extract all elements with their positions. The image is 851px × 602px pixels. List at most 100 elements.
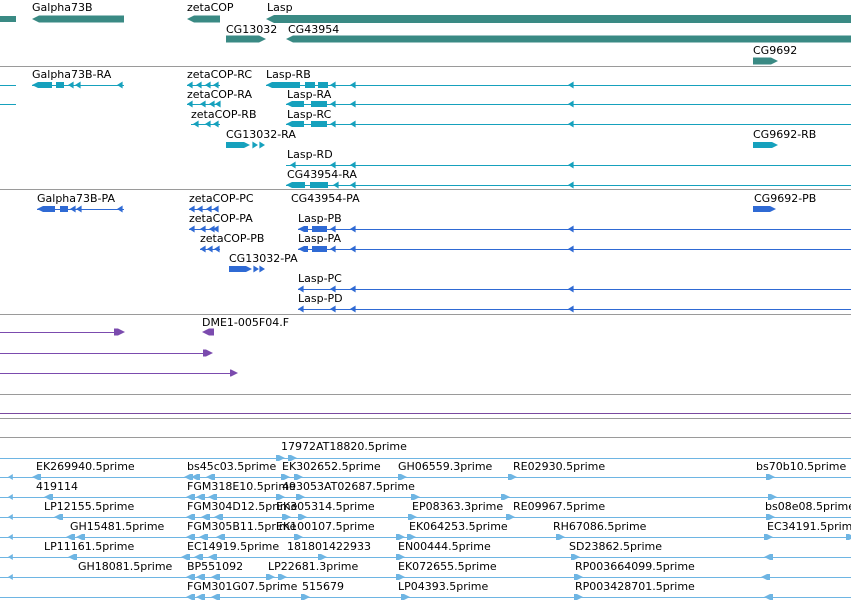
gene-zetacop-bar bbox=[187, 15, 220, 23]
direction-arrow bbox=[350, 225, 356, 233]
clone-label-dme1-005f04-f[interactable]: DME1-005F04.F bbox=[202, 316, 289, 329]
est-label[interactable]: EC34191.5prime bbox=[767, 520, 851, 533]
direction-arrow bbox=[330, 100, 336, 108]
est-label[interactable]: LP11161.5prime bbox=[44, 540, 134, 553]
direction-arrow bbox=[252, 141, 258, 149]
direction-arrow bbox=[350, 181, 356, 189]
protein-label-cg9692-pb[interactable]: CG9692-PB bbox=[754, 192, 816, 205]
est-arrow bbox=[8, 514, 13, 520]
transcript-label-zetacop-ra[interactable]: zetaCOP-RA bbox=[187, 88, 252, 101]
transcript-label-zetacop-rc[interactable]: zetaCOP-RC bbox=[187, 68, 252, 81]
est-label[interactable]: 17972AT18820.5prime bbox=[281, 440, 407, 453]
protein-label-cg43954-pa[interactable]: CG43954-PA bbox=[291, 192, 360, 205]
est-label[interactable]: 515679 bbox=[302, 580, 344, 593]
direction-arrow bbox=[215, 100, 221, 108]
gene-label-galpha73b[interactable]: Galpha73B bbox=[32, 1, 93, 14]
transcript-label-cg9692-rb[interactable]: CG9692-RB bbox=[753, 128, 816, 141]
est-label[interactable]: GH06559.3prime bbox=[398, 460, 492, 473]
est-arrow bbox=[8, 534, 13, 540]
direction-arrow bbox=[70, 205, 76, 213]
transcript-exon bbox=[286, 101, 304, 107]
est-label[interactable]: RP003428701.5prime bbox=[575, 580, 695, 593]
protein-label-galpha73b-pa[interactable]: Galpha73B-PA bbox=[37, 192, 115, 205]
protein-exon bbox=[229, 266, 252, 272]
direction-arrow bbox=[117, 205, 123, 213]
est-label[interactable]: 419114 bbox=[36, 480, 78, 493]
protein-label-zetacop-pc[interactable]: zetaCOP-PC bbox=[189, 192, 254, 205]
direction-arrow bbox=[117, 81, 123, 89]
est-label[interactable]: bs08e08.5prime bbox=[765, 500, 851, 513]
est-label[interactable]: bs70b10.5prime bbox=[756, 460, 846, 473]
direction-arrow bbox=[76, 205, 82, 213]
transcript-label-cg13032-ra[interactable]: CG13032-RA bbox=[226, 128, 296, 141]
est-label[interactable]: RH67086.5prime bbox=[553, 520, 646, 533]
protein-label-lasp-pa[interactable]: Lasp-PA bbox=[298, 232, 341, 245]
transcript-exon bbox=[226, 142, 250, 148]
gene-cg43954-bar bbox=[286, 35, 851, 43]
est-label[interactable]: RP003664099.5prime bbox=[575, 560, 695, 573]
est-label[interactable]: EC14919.5prime bbox=[187, 540, 279, 553]
direction-arrow bbox=[568, 120, 574, 128]
est-label[interactable]: LP04393.5prime bbox=[398, 580, 488, 593]
est-mark bbox=[186, 594, 195, 600]
protein-label-zetacop-pa[interactable]: zetaCOP-PA bbox=[189, 212, 253, 225]
est-label[interactable]: RE09967.5prime bbox=[513, 500, 605, 513]
protein-label-zetacop-pb[interactable]: zetaCOP-PB bbox=[200, 232, 264, 245]
est-label[interactable]: BP551092 bbox=[187, 560, 243, 573]
est-label[interactable]: GH15481.5prime bbox=[70, 520, 164, 533]
direction-arrow bbox=[333, 181, 339, 189]
transcript-label-zetacop-rb[interactable]: zetaCOP-RB bbox=[191, 108, 256, 121]
transcript-label-lasp-rb[interactable]: Lasp-RB bbox=[266, 68, 311, 81]
transcript-label-galpha73b-ra[interactable]: Galpha73B-RA bbox=[32, 68, 111, 81]
protein-exon bbox=[60, 206, 68, 212]
est-arrow bbox=[8, 474, 13, 480]
est-mark bbox=[574, 594, 583, 600]
est-mark bbox=[846, 534, 851, 540]
direction-arrow bbox=[189, 225, 195, 233]
est-label[interactable]: LP22681.3prime bbox=[268, 560, 358, 573]
est-label[interactable]: 493053AT02687.5prime bbox=[282, 480, 415, 493]
gene-label-cg9692[interactable]: CG9692 bbox=[753, 44, 797, 57]
transcript-label-lasp-ra[interactable]: Lasp-RA bbox=[287, 88, 331, 101]
direction-arrow bbox=[253, 265, 259, 273]
est-label[interactable]: 181801422933 bbox=[287, 540, 371, 553]
est-label[interactable]: SD23862.5prime bbox=[569, 540, 662, 553]
est-label[interactable]: LP12155.5prime bbox=[44, 500, 134, 513]
est-label[interactable]: bs45c03.5prime bbox=[187, 460, 276, 473]
protein-label-lasp-pd[interactable]: Lasp-PD bbox=[298, 292, 343, 305]
est-label[interactable]: EK100107.5prime bbox=[276, 520, 375, 533]
direction-arrow bbox=[205, 120, 211, 128]
gene-label-lasp[interactable]: Lasp bbox=[267, 1, 293, 14]
est-label[interactable]: FGM318E10.5prime bbox=[187, 480, 296, 493]
est-label[interactable]: EN00444.5prime bbox=[398, 540, 491, 553]
est-mark bbox=[211, 594, 220, 600]
est-label[interactable]: EP08363.3prime bbox=[412, 500, 503, 513]
transcript-label-cg43954-ra[interactable]: CG43954-RA bbox=[287, 168, 357, 181]
protein-label-cg13032-pa[interactable]: CG13032-PA bbox=[229, 252, 298, 265]
gene-label-cg43954[interactable]: CG43954 bbox=[288, 23, 339, 36]
direction-arrow bbox=[350, 285, 356, 293]
est-label[interactable]: EK269940.5prime bbox=[36, 460, 135, 473]
est-label[interactable]: EK064253.5prime bbox=[409, 520, 508, 533]
est-label[interactable]: EK302652.5prime bbox=[282, 460, 381, 473]
est-label[interactable]: RE02930.5prime bbox=[513, 460, 605, 473]
transcript-label-lasp-rc[interactable]: Lasp-RC bbox=[287, 108, 331, 121]
est-mark bbox=[764, 534, 773, 540]
direction-arrow bbox=[568, 225, 574, 233]
est-mark bbox=[301, 594, 310, 600]
transcript-exon bbox=[286, 182, 305, 188]
est-label[interactable]: FGM301G07.5prime bbox=[187, 580, 297, 593]
direction-arrow bbox=[68, 81, 74, 89]
est-label[interactable]: GH18081.5prime bbox=[78, 560, 172, 573]
gene-label-zetacop[interactable]: zetaCOP bbox=[187, 1, 234, 14]
est-label[interactable]: EK072655.5prime bbox=[398, 560, 497, 573]
direction-arrow bbox=[187, 100, 193, 108]
est-mark bbox=[508, 474, 517, 480]
transcript-label-lasp-rd[interactable]: Lasp-RD bbox=[287, 148, 333, 161]
est-mark bbox=[761, 574, 770, 580]
protein-label-lasp-pc[interactable]: Lasp-PC bbox=[298, 272, 342, 285]
gene-label-cg13032[interactable]: CG13032 bbox=[226, 23, 277, 36]
protein-label-lasp-pb[interactable]: Lasp-PB bbox=[298, 212, 342, 225]
est-mark bbox=[556, 534, 565, 540]
est-label[interactable]: EK305314.5prime bbox=[276, 500, 375, 513]
